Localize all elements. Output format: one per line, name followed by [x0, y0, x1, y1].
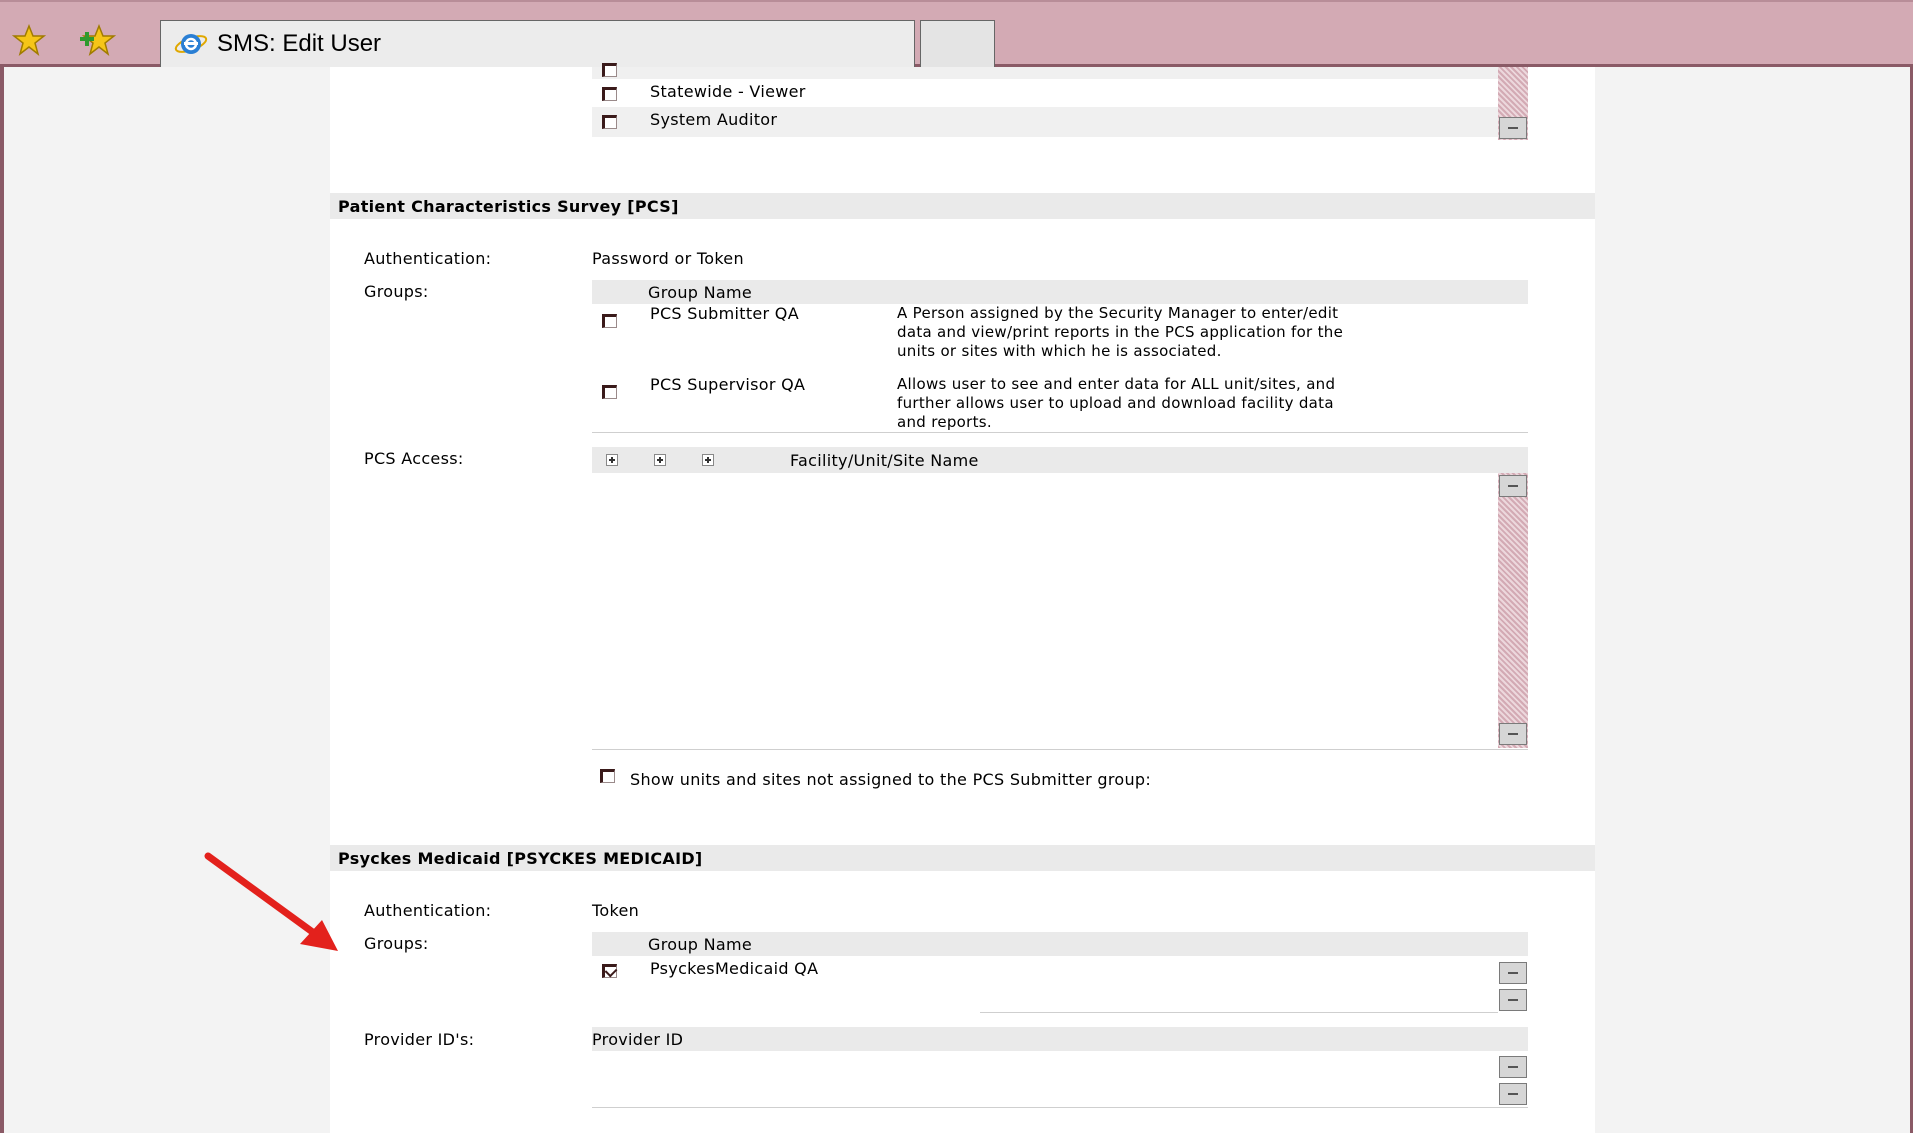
table-row: PCS Submitter QA A Person assigned by th…: [592, 304, 1528, 374]
group-name: PCS Submitter QA: [650, 304, 799, 323]
new-tab-button[interactable]: [920, 20, 995, 67]
divider: [980, 1012, 1498, 1013]
pcs-access-label: PCS Access:: [364, 449, 464, 468]
group-description-line: Allows user to see and enter data for AL…: [897, 375, 1336, 393]
edit-user-form: Statewide - Viewer System Auditor Patien…: [330, 63, 1595, 1133]
show-units-checkbox[interactable]: [600, 769, 615, 783]
list-row-partial: [592, 67, 1498, 79]
divider: [592, 1107, 1528, 1108]
expand-units-icon[interactable]: [654, 454, 666, 466]
add-favorites-icon[interactable]: [78, 24, 116, 56]
psyckes-section-header: Psyckes Medicaid [PSYCKES MEDICAID]: [330, 845, 1595, 871]
group-description-line: units or sites with which he is associat…: [897, 342, 1222, 360]
list-item-label: Statewide - Viewer: [650, 82, 806, 101]
divider: [592, 749, 1528, 750]
system-auditor-checkbox[interactable]: [602, 115, 617, 129]
group-description-line: further allows user to upload and downlo…: [897, 394, 1334, 412]
pcs-section-header: Patient Characteristics Survey [PCS]: [330, 193, 1595, 219]
favorites-star-icon[interactable]: [12, 24, 46, 56]
group-name-column-header: Group Name: [648, 935, 752, 954]
group-description-line: and reports.: [897, 413, 992, 431]
statewide-viewer-checkbox[interactable]: [602, 87, 617, 101]
group-name: PCS Supervisor QA: [650, 375, 806, 394]
provider-table-header: Provider ID: [592, 1027, 1528, 1051]
top-role-list: Statewide - Viewer System Auditor: [592, 63, 1528, 140]
browser-tab-active[interactable]: SMS: Edit User: [160, 20, 915, 67]
provider-ids-label: Provider ID's:: [364, 1030, 475, 1049]
list-item-label: System Auditor: [650, 110, 778, 129]
browser-tab-bar: SMS: Edit User: [0, 0, 1913, 67]
window-border-left: [0, 67, 4, 1133]
scroll-up-button[interactable]: [1499, 962, 1527, 984]
pcs-groups-table-header: Group Name: [592, 280, 1528, 304]
group-name: PsyckesMedicaid QA: [650, 959, 819, 978]
pcs-access-list[interactable]: [592, 473, 1498, 748]
scroll-down-button[interactable]: [1499, 989, 1527, 1011]
annotation-arrow-icon: [204, 852, 338, 951]
provider-id-column-header: Provider ID: [592, 1030, 684, 1049]
pcs-submitter-checkbox[interactable]: [602, 314, 617, 328]
table-row: PsyckesMedicaid QA: [592, 956, 1498, 996]
tab-title: SMS: Edit User: [217, 30, 382, 57]
group-name-column-header: Group Name: [648, 283, 752, 302]
pcs-access-scrollbar[interactable]: [1498, 473, 1528, 748]
pcs-groups-label: Groups:: [364, 282, 429, 301]
expand-sites-icon[interactable]: [702, 454, 714, 466]
group-description-line: A Person assigned by the Security Manage…: [897, 304, 1339, 322]
expand-all-icon[interactable]: [606, 454, 618, 466]
show-units-label: Show units and sites not assigned to the…: [630, 770, 1152, 789]
psyckes-groups-label: Groups:: [364, 934, 429, 953]
scroll-down-button[interactable]: [1499, 1083, 1527, 1105]
scroll-down-button[interactable]: [1499, 117, 1527, 139]
pcs-supervisor-checkbox[interactable]: [602, 385, 617, 399]
list-item: System Auditor: [592, 107, 1498, 137]
pcs-auth-value: Password or Token: [592, 249, 744, 268]
scroll-down-button[interactable]: [1499, 723, 1527, 745]
psyckes-auth-value: Token: [592, 901, 640, 920]
divider: [592, 432, 1528, 433]
psyckes-groups-table-header: Group Name: [592, 932, 1528, 956]
pcs-heading: Patient Characteristics Survey [PCS]: [338, 197, 679, 216]
psyckes-medicaid-checkbox[interactable]: [602, 964, 617, 978]
ie-logo-icon: [174, 34, 208, 54]
facility-column-header: Facility/Unit/Site Name: [790, 451, 979, 470]
group-description-line: data and view/print reports in the PCS a…: [897, 323, 1344, 341]
pcs-access-table-header: Facility/Unit/Site Name: [592, 447, 1528, 473]
scroll-up-button[interactable]: [1499, 475, 1527, 497]
table-row: PCS Supervisor QA Allows user to see and…: [592, 375, 1528, 445]
scroll-up-button[interactable]: [1499, 1056, 1527, 1078]
psyckes-auth-label: Authentication:: [364, 901, 492, 920]
checkbox-partial[interactable]: [602, 63, 617, 77]
psyckes-heading: Psyckes Medicaid [PSYCKES MEDICAID]: [338, 849, 703, 868]
list-item: Statewide - Viewer: [592, 79, 1498, 107]
pcs-auth-label: Authentication:: [364, 249, 492, 268]
provider-id-list[interactable]: [592, 1051, 1498, 1091]
